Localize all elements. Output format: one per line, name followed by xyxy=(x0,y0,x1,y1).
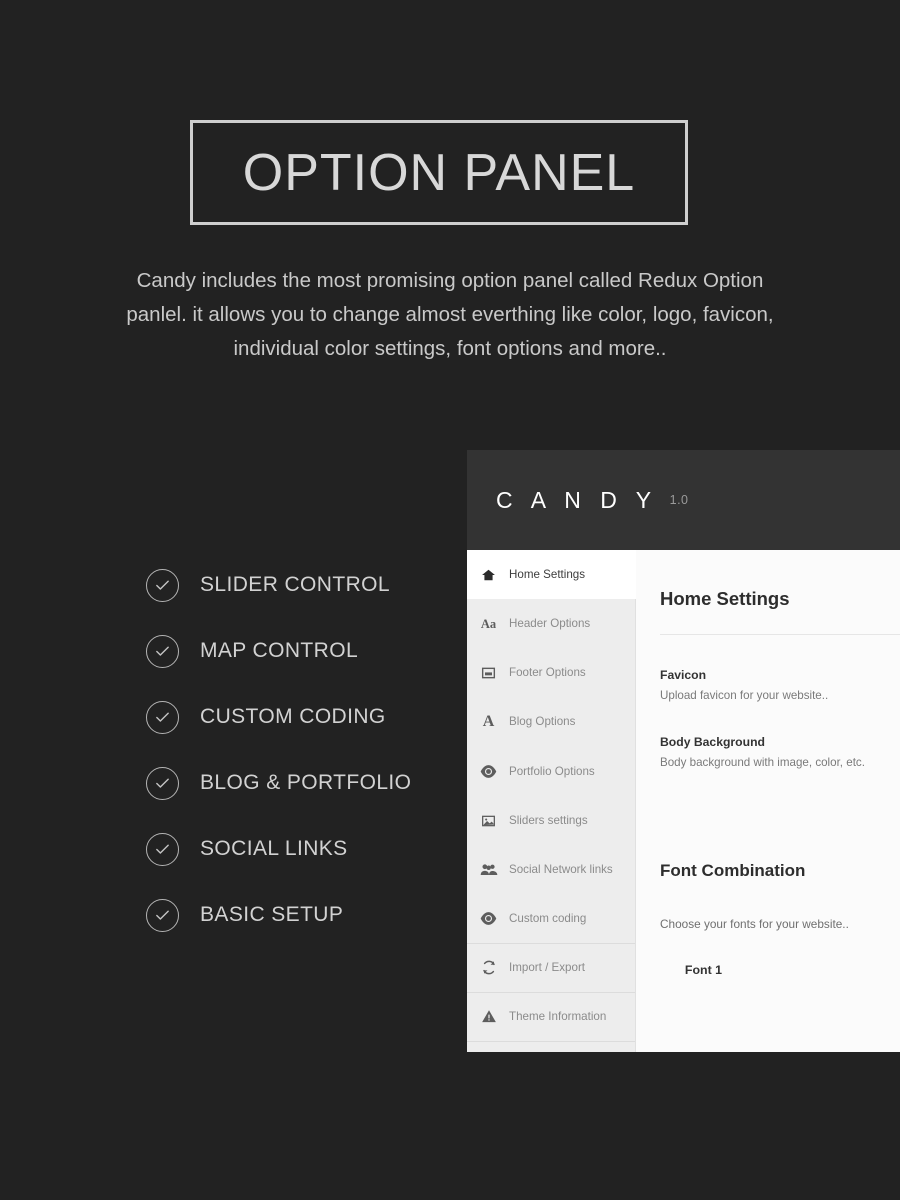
field-description: Upload favicon for your website.. xyxy=(660,689,829,702)
field-group-favicon: Favicon Upload favicon for your website.… xyxy=(660,668,900,702)
option-panel-window: C A N D Y 1.0 Home Settings Aa Header Op… xyxy=(467,450,900,1052)
sidebar-item-label: Sliders settings xyxy=(509,813,588,827)
sidebar-item-sliders-settings[interactable]: Sliders settings xyxy=(467,796,635,845)
list-item: BLOG & PORTFOLIO xyxy=(146,750,456,816)
panel-header: C A N D Y 1.0 xyxy=(467,450,900,550)
feature-label: CUSTOM CODING xyxy=(200,705,386,728)
field-label: Body Background xyxy=(660,735,765,749)
sidebar-item-social-network-links[interactable]: Social Network links xyxy=(467,845,635,894)
field-label: Favicon xyxy=(660,668,707,682)
sidebar-item-portfolio-options[interactable]: Portfolio Options xyxy=(467,747,635,796)
list-item: BASIC SETUP xyxy=(146,882,456,948)
check-circle-icon xyxy=(146,898,179,932)
feature-list: SLIDER CONTROL MAP CONTROL CUSTOM CODING… xyxy=(146,552,456,948)
feature-label: MAP CONTROL xyxy=(200,639,359,662)
list-item: SOCIAL LINKS xyxy=(146,816,456,882)
letter-a-icon: A xyxy=(482,713,495,731)
sidebar-item-theme-information[interactable]: Theme Information xyxy=(467,993,635,1042)
sidebar-item-label: Blog Options xyxy=(509,715,576,729)
sidebar-item-label: Footer Options xyxy=(509,666,586,680)
check-circle-icon xyxy=(146,700,179,734)
panel-sidebar: Home Settings Aa Header Options Footer O… xyxy=(467,550,636,1052)
page-title: OPTION PANEL xyxy=(242,143,636,202)
sidebar-item-label: Portfolio Options xyxy=(509,764,595,778)
sidebar-item-label: Custom coding xyxy=(509,911,587,925)
list-item: CUSTOM CODING xyxy=(146,684,456,750)
eye-icon xyxy=(479,762,498,780)
content-title: Home Settings xyxy=(660,550,900,635)
section-heading-font-combination: Font Combination xyxy=(660,861,806,880)
text-aa-icon: Aa xyxy=(480,616,497,631)
check-circle-icon xyxy=(146,634,179,668)
feature-label: BASIC SETUP xyxy=(200,903,344,926)
sidebar-item-home-settings[interactable]: Home Settings xyxy=(467,550,636,600)
users-icon xyxy=(479,861,498,879)
list-item: SLIDER CONTROL xyxy=(146,552,456,618)
feature-label: BLOG & PORTFOLIO xyxy=(200,771,412,794)
field-description: Body background with image, color, etc. xyxy=(660,756,865,769)
sidebar-item-blog-options[interactable]: A Blog Options xyxy=(467,698,635,747)
refresh-icon xyxy=(479,959,498,977)
sidebar-item-label: Home Settings xyxy=(509,567,586,581)
footer-box-icon xyxy=(479,664,498,682)
brand-version: 1.0 xyxy=(669,493,689,507)
page-description: Candy includes the most promising option… xyxy=(126,269,774,360)
image-icon xyxy=(479,812,498,830)
sidebar-item-footer-options[interactable]: Footer Options xyxy=(467,648,635,697)
eye-icon xyxy=(479,909,498,927)
section-description: Choose your fonts for your website.. xyxy=(660,917,849,931)
panel-content: Home Settings Favicon Upload favicon for… xyxy=(636,550,900,1052)
field-group-body-background: Body Background Body background with ima… xyxy=(660,735,900,769)
feature-label: SOCIAL LINKS xyxy=(200,837,348,860)
brand-name: C A N D Y xyxy=(496,486,658,513)
sidebar-item-label: Header Options xyxy=(509,616,591,630)
check-circle-icon xyxy=(146,832,179,866)
sidebar-item-label: Import / Export xyxy=(509,960,586,974)
panel-body: Home Settings Aa Header Options Footer O… xyxy=(467,550,900,1052)
sidebar-item-header-options[interactable]: Aa Header Options xyxy=(467,599,635,648)
sidebar-item-label: Social Network links xyxy=(509,862,613,876)
feature-label: SLIDER CONTROL xyxy=(200,573,390,596)
page-title-box: OPTION PANEL xyxy=(190,120,688,225)
sidebar-item-custom-coding[interactable]: Custom coding xyxy=(467,894,635,944)
font-row-label: Font 1 xyxy=(684,963,723,977)
check-circle-icon xyxy=(146,568,179,602)
list-item: MAP CONTROL xyxy=(146,618,456,684)
home-icon xyxy=(479,566,498,584)
sidebar-item-import-export[interactable]: Import / Export xyxy=(467,944,635,993)
warning-icon xyxy=(479,1008,498,1026)
check-circle-icon xyxy=(146,766,179,800)
sidebar-item-label: Theme Information xyxy=(509,1009,607,1023)
